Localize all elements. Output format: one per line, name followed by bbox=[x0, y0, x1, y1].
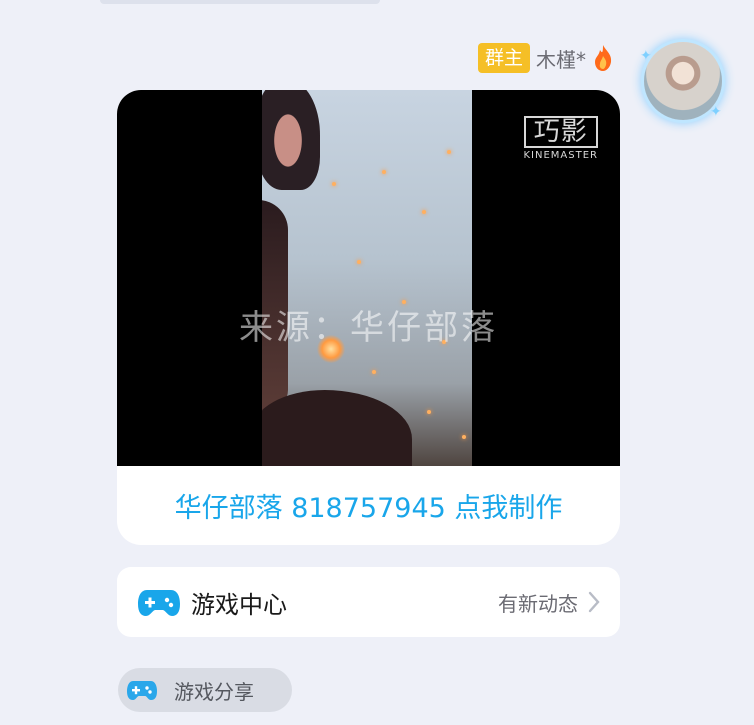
figure-skirt bbox=[262, 390, 412, 466]
game-share-label: 游戏分享 bbox=[174, 679, 254, 704]
kinemaster-text: KINEMASTER bbox=[523, 150, 598, 161]
sender-row: 群主 木槿* bbox=[477, 42, 614, 74]
gamepad-small-icon bbox=[127, 681, 157, 700]
gamepad-icon bbox=[138, 590, 180, 616]
spark bbox=[332, 182, 336, 186]
sender-avatar[interactable]: ✦ ✦ bbox=[640, 40, 726, 120]
game-center-title: 游戏中心 bbox=[191, 590, 287, 619]
fire-icon bbox=[595, 45, 612, 71]
role-badge: 群主 bbox=[477, 43, 530, 73]
message-caption[interactable]: 华仔部落 818757945 点我制作 bbox=[117, 466, 620, 545]
game-center-bar[interactable]: 游戏中心 有新动态 bbox=[117, 567, 620, 637]
video-thumbnail[interactable]: 巧影 KINEMASTER 来源：华仔部落 bbox=[117, 90, 620, 466]
figure-head bbox=[262, 90, 320, 190]
previous-message-edge bbox=[100, 0, 380, 4]
spark bbox=[447, 150, 451, 154]
video-frame bbox=[262, 90, 472, 466]
spark bbox=[382, 170, 386, 174]
game-share-tag[interactable]: 游戏分享 bbox=[118, 668, 292, 712]
game-center-status: 有新动态 bbox=[498, 591, 578, 616]
avatar-frame-sparkle: ✦ bbox=[710, 104, 722, 120]
spark bbox=[462, 435, 466, 439]
video-message-card[interactable]: 巧影 KINEMASTER 来源：华仔部落 华仔部落 818757945 点我制… bbox=[117, 90, 620, 545]
spark bbox=[422, 210, 426, 214]
video-watermark: 来源：华仔部落 bbox=[239, 308, 498, 348]
sender-name[interactable]: 木槿* bbox=[536, 44, 586, 73]
spark bbox=[357, 260, 361, 264]
avatar-frame-sparkle: ✦ bbox=[640, 48, 652, 64]
chevron-right-icon bbox=[588, 591, 600, 613]
kinemaster-mark: 巧影 bbox=[523, 116, 598, 148]
spark bbox=[427, 410, 431, 414]
spark bbox=[372, 370, 376, 374]
kinemaster-logo: 巧影 KINEMASTER bbox=[523, 116, 598, 161]
